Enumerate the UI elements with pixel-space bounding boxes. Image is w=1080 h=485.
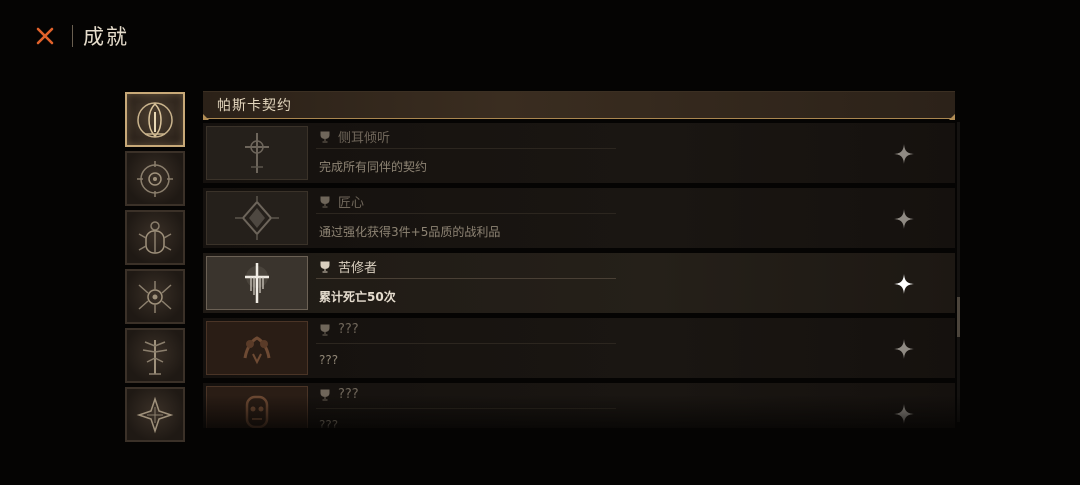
- radiant-diamond-icon: [235, 196, 279, 240]
- achievement-list: 侧耳倾听 完成所有同伴的契约 匠心 通过强化获得3件+5品质的战利品 苦修者 累…: [203, 123, 955, 428]
- sparkle-icon: [894, 209, 914, 229]
- mask-sigil-icon: [245, 395, 269, 428]
- page-title: 成就: [83, 25, 129, 49]
- cracked-sigil-icon: [136, 396, 174, 433]
- achievement-icon-frame: [206, 256, 308, 310]
- achievement-description: ???: [319, 353, 339, 367]
- sparkle-icon: [894, 274, 914, 294]
- trophy-icon: [320, 196, 330, 207]
- achievement-panel: 帕斯卡契约 侧耳倾听 完成所有同伴的契约 匠心 通过强化获得3件+5品质的战利品…: [199, 88, 960, 428]
- sparkle-icon: [894, 144, 914, 164]
- achievement-name: 侧耳倾听: [319, 127, 390, 146]
- dripping-cross-icon: [245, 263, 269, 303]
- header-divider: [72, 25, 73, 47]
- achievement-icon-frame: [206, 126, 308, 180]
- beetle-sigil-icon: [138, 220, 172, 254]
- claw-sigil-icon: [243, 336, 271, 365]
- close-icon: [36, 27, 54, 45]
- sparkle-icon: [894, 339, 914, 359]
- header-corner-right: [949, 108, 955, 120]
- achievement-icon-frame: [206, 191, 308, 245]
- row-divider: [316, 408, 616, 409]
- category-tab-5[interactable]: [125, 328, 185, 383]
- achievement-name: ???: [319, 322, 359, 337]
- achievement-row[interactable]: 侧耳倾听 完成所有同伴的契约: [203, 123, 955, 183]
- category-list: [125, 92, 191, 446]
- row-divider: [316, 278, 616, 279]
- achievement-row[interactable]: ??? ???: [203, 383, 955, 428]
- achievement-description: ???: [319, 418, 339, 428]
- scroll-thumb[interactable]: [957, 297, 960, 337]
- category-tab-6[interactable]: [125, 387, 185, 442]
- achievement-description: 完成所有同伴的契约: [319, 160, 428, 174]
- sparkle-icon: [894, 404, 914, 424]
- tree-sigil-icon: [142, 339, 168, 375]
- category-header: 帕斯卡契约: [203, 91, 955, 120]
- achievement-description: 累计死亡50次: [319, 290, 396, 304]
- row-divider: [316, 148, 616, 149]
- category-tab-2[interactable]: [125, 151, 185, 206]
- achievement-name: 苦修者: [319, 257, 377, 276]
- achievement-name-text: 苦修者: [338, 261, 378, 276]
- category-tab-4[interactable]: [125, 269, 185, 324]
- hooded-figure-icon: [137, 101, 173, 138]
- header: 成就: [30, 20, 129, 52]
- achievement-icon-frame: [206, 386, 308, 428]
- achievement-name-text: ???: [338, 322, 359, 337]
- achievement-name-text: 侧耳倾听: [338, 131, 391, 146]
- achievement-icon-frame: [206, 321, 308, 375]
- category-title: 帕斯卡契约: [217, 98, 292, 114]
- trophy-icon: [320, 261, 330, 272]
- achievement-name: 匠心: [319, 192, 364, 211]
- scrollbar[interactable]: [957, 122, 960, 422]
- achievement-name: ???: [319, 387, 359, 402]
- achievement-row[interactable]: 苦修者 累计死亡50次: [203, 253, 955, 313]
- cross-sigil-icon: [245, 133, 269, 173]
- category-tab-1[interactable]: [125, 92, 185, 147]
- trophy-icon: [320, 324, 330, 335]
- achievement-row[interactable]: 匠心 通过强化获得3件+5品质的战利品: [203, 188, 955, 248]
- trophy-icon: [320, 131, 330, 142]
- close-button[interactable]: [30, 21, 60, 51]
- spider-sigil-icon: [138, 280, 172, 313]
- row-divider: [316, 213, 616, 214]
- achievement-description: 通过强化获得3件+5品质的战利品: [319, 225, 501, 239]
- trophy-icon: [320, 389, 330, 400]
- achievement-name-text: ???: [338, 387, 359, 402]
- category-tab-3[interactable]: [125, 210, 185, 265]
- eye-sigil-icon: [137, 160, 173, 197]
- achievement-row[interactable]: ??? ???: [203, 318, 955, 378]
- achievement-name-text: 匠心: [338, 196, 365, 211]
- row-divider: [316, 343, 616, 344]
- header-corner-left: [203, 108, 209, 120]
